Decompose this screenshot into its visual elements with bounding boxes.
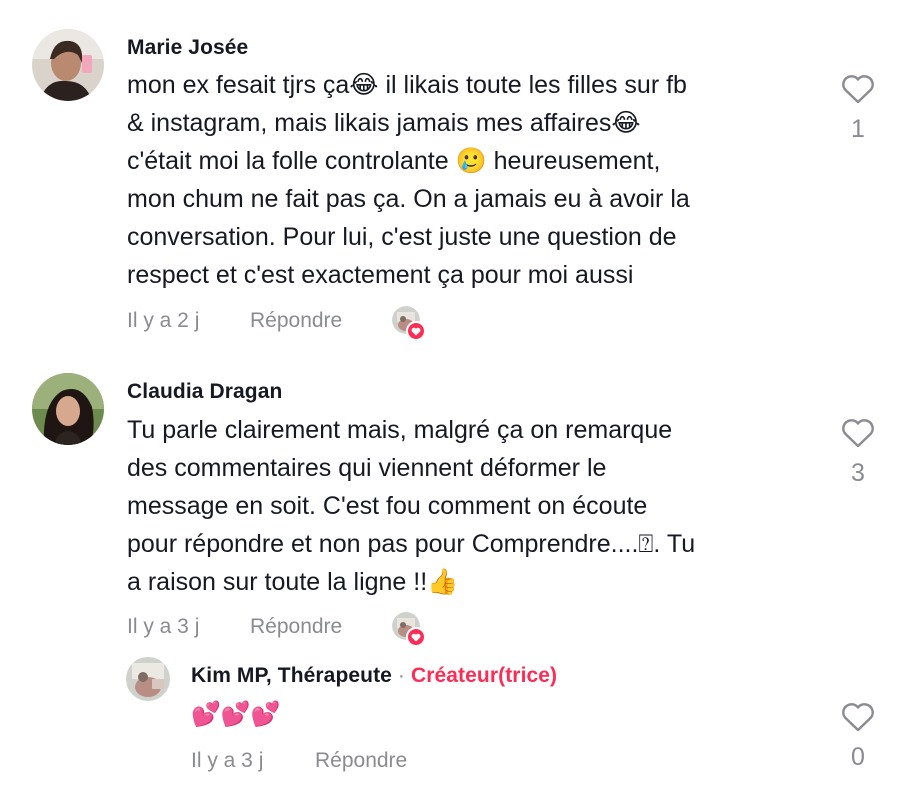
comment-text: mon ex fesait tjrs ça😂 il likais toute l… [127, 66, 690, 294]
reply-timestamp: Il y a 3 j [191, 749, 264, 772]
comment-line: conversation. Pour lui, c'est juste une … [127, 223, 677, 251]
heart-badge-icon [406, 627, 426, 647]
like-control[interactable]: 3 [838, 418, 878, 488]
avatar[interactable] [32, 29, 104, 101]
heart-outline-icon[interactable] [841, 74, 875, 104]
creator-liked-indicator [392, 612, 428, 648]
comment-line: respect et c'est exactement ça pour moi … [127, 261, 634, 289]
like-count: 3 [851, 459, 865, 487]
heart-outline-icon[interactable] [841, 702, 875, 732]
comment-line: mon ex fesait tjrs ça😂 il likais toute l… [127, 71, 687, 99]
comment-line: pour répondre et non pas pour Comprendre… [127, 530, 696, 558]
reply-text: 💕💕💕 [191, 695, 281, 733]
like-control[interactable]: 0 [838, 702, 878, 772]
heart-badge-icon [406, 321, 426, 341]
reply-button[interactable]: Répondre [250, 309, 342, 333]
comment-line: des commentaires qui viennent déformer l… [127, 454, 607, 482]
creator-liked-indicator [392, 306, 428, 342]
author-separator: · [397, 664, 405, 687]
creator-reply-avatar[interactable] [126, 657, 170, 701]
heart-outline-icon[interactable] [841, 418, 875, 448]
comment-author[interactable]: Marie Josée [127, 36, 248, 60]
comment-line: a raison sur toute la ligne !!👍 [127, 568, 459, 596]
reply-author[interactable]: Kim MP, Thérapeute [191, 664, 392, 687]
comment-timestamp: Il y a 2 j [127, 309, 200, 332]
comment-line: c'était moi la folle controlante 🥲 heure… [127, 147, 661, 175]
comment-line: 💕💕💕 [191, 700, 281, 728]
comment-line: & instagram, mais likais jamais mes affa… [127, 109, 641, 137]
reply-button[interactable]: Répondre [315, 749, 407, 773]
comment-line: Tu parle clairement mais, malgré ça on r… [127, 416, 673, 444]
comment-text: Tu parle clairement mais, malgré ça on r… [127, 411, 695, 601]
like-control[interactable]: 1 [838, 74, 878, 144]
creator-badge: Créateur(trice) [410, 664, 558, 687]
comment-timestamp: Il y a 3 j [127, 615, 200, 638]
comment-line: message en soit. C'est fou comment on éc… [127, 492, 648, 520]
reply-author-line: Kim MP, Thérapeute · Créateur(trice) [191, 664, 557, 688]
like-count: 0 [851, 743, 865, 771]
comment-line: mon chum ne fait pas ça. On a jamais eu … [127, 185, 690, 213]
like-count: 1 [851, 115, 865, 143]
comment-author[interactable]: Claudia Dragan [127, 380, 282, 404]
reply-button[interactable]: Répondre [250, 615, 342, 639]
avatar[interactable] [32, 373, 104, 445]
